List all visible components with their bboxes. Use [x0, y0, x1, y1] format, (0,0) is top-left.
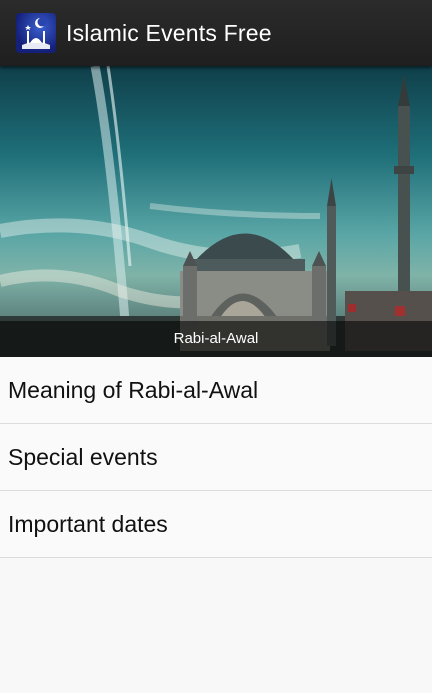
banner-image: Rabi-al-Awal	[0, 66, 432, 357]
menu-list: Meaning of Rabi-al-Awal Special events I…	[0, 357, 432, 558]
menu-item-special-events[interactable]: Special events	[0, 424, 432, 491]
menu-item-meaning[interactable]: Meaning of Rabi-al-Awal	[0, 357, 432, 424]
app-title: Islamic Events Free	[66, 19, 272, 46]
mosque-crescent-icon[interactable]	[16, 13, 56, 53]
banner-caption: Rabi-al-Awal	[0, 321, 432, 357]
menu-item-important-dates[interactable]: Important dates	[0, 491, 432, 558]
action-bar: Islamic Events Free	[0, 0, 432, 66]
